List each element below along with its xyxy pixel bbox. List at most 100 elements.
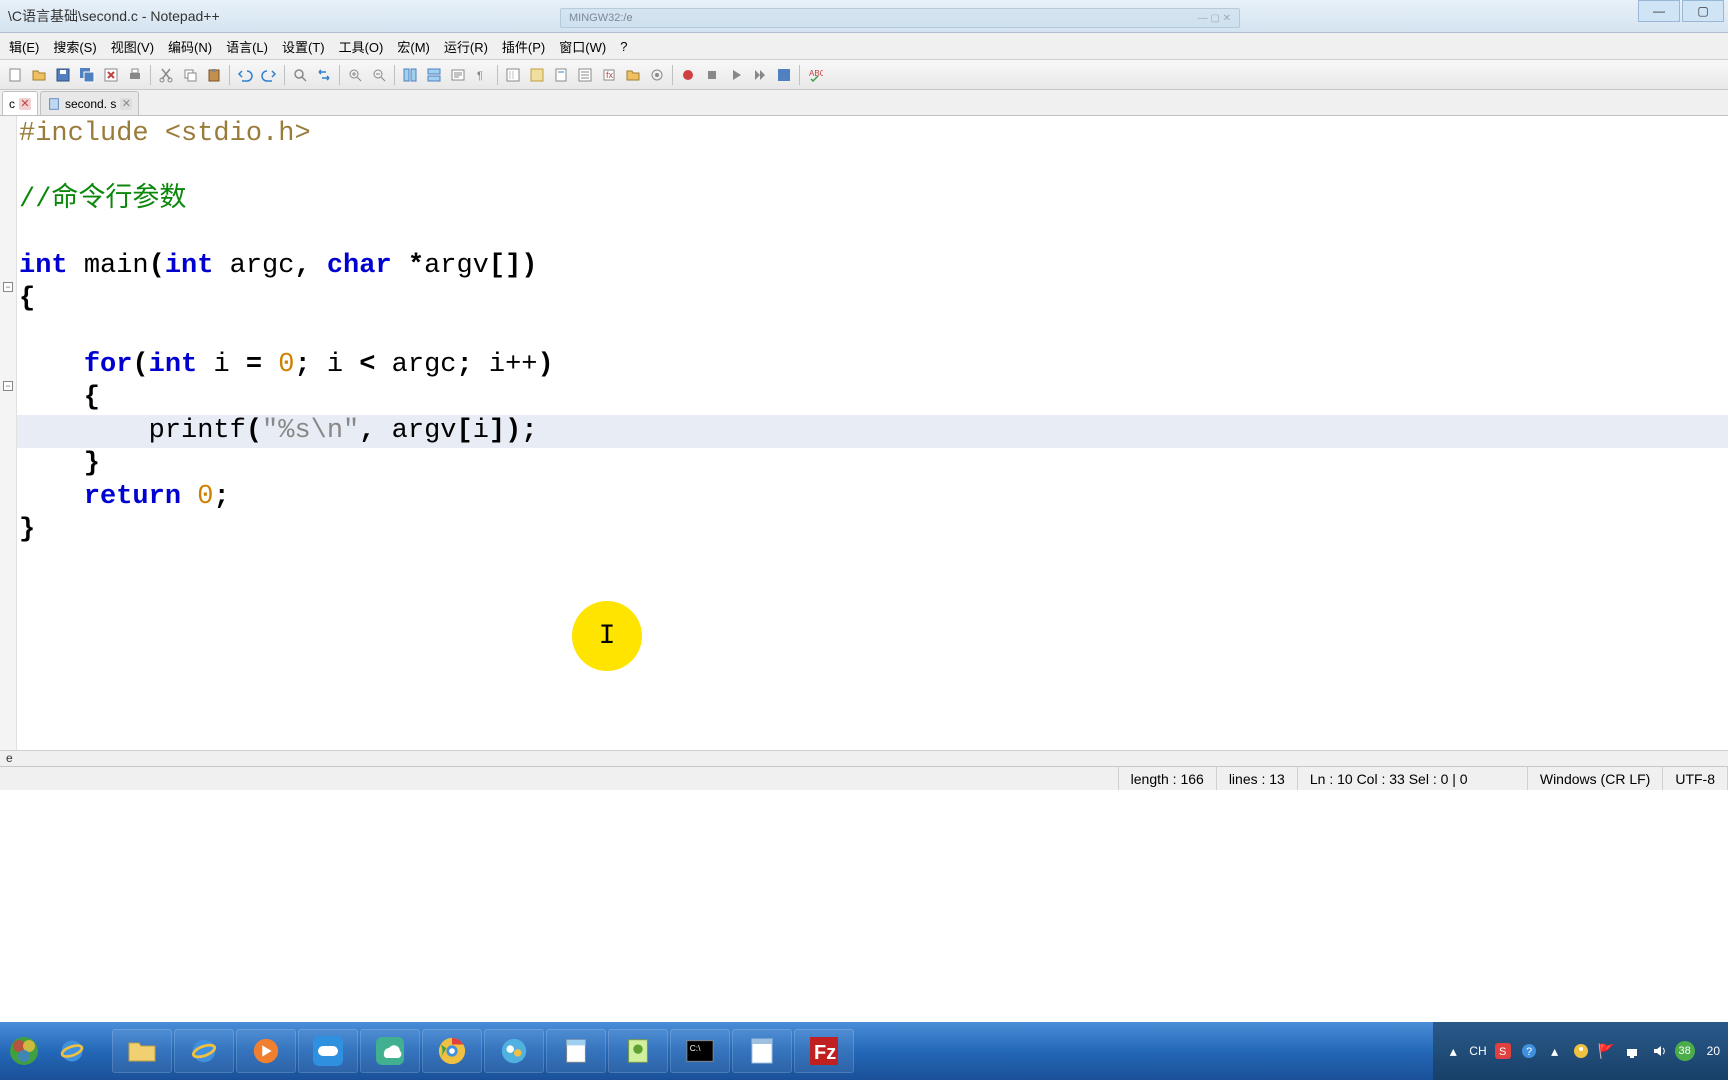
baidu-cloud-icon[interactable] [298, 1029, 358, 1073]
filezilla-icon[interactable]: Fz [794, 1029, 854, 1073]
notification-badge[interactable]: 38 [1675, 1041, 1695, 1061]
open-file-icon[interactable] [28, 64, 50, 86]
user-tray-icon[interactable] [1571, 1041, 1591, 1061]
stop-macro-icon[interactable] [701, 64, 723, 86]
flag-icon[interactable]: 🚩 [1597, 1041, 1617, 1061]
volume-icon[interactable] [1649, 1041, 1669, 1061]
menu-settings[interactable]: 设置(T) [275, 33, 332, 60]
doc-map-icon[interactable] [550, 64, 572, 86]
replace-icon[interactable] [313, 64, 335, 86]
menu-run[interactable]: 运行(R) [437, 33, 495, 60]
menu-edit[interactable]: 辑(E) [2, 33, 46, 60]
help-icon[interactable]: ? [1519, 1041, 1539, 1061]
tab-close-icon[interactable]: ✕ [19, 98, 31, 110]
sync-v-icon[interactable] [399, 64, 421, 86]
wrap-icon[interactable] [447, 64, 469, 86]
cut-icon[interactable] [155, 64, 177, 86]
save-icon[interactable] [52, 64, 74, 86]
sync-h-icon[interactable] [423, 64, 445, 86]
background-window-controls: — ▢ ✕ [1198, 13, 1231, 24]
menu-tools[interactable]: 工具(O) [332, 33, 391, 60]
tab-second-s[interactable]: second. s ✕ [40, 91, 139, 115]
user-lang-icon[interactable] [526, 64, 548, 86]
ie-quicklaunch-icon[interactable] [48, 1022, 96, 1080]
function-list-icon[interactable]: fx [598, 64, 620, 86]
doc-list-icon[interactable] [574, 64, 596, 86]
tray-chevron-icon[interactable]: ▴ [1443, 1041, 1463, 1061]
new-file-icon[interactable] [4, 64, 26, 86]
menu-language[interactable]: 语言(L) [219, 33, 275, 60]
tab-label: second. s [65, 97, 116, 111]
explorer-icon[interactable] [112, 1029, 172, 1073]
fast-macro-icon[interactable] [749, 64, 771, 86]
print-icon[interactable] [124, 64, 146, 86]
tab-second-c[interactable]: c ✕ [2, 91, 38, 115]
find-icon[interactable] [289, 64, 311, 86]
editor[interactable]: − − #include <stdio.h> //命令行参数 int main(… [0, 116, 1728, 750]
svg-text:Fz: Fz [814, 1042, 836, 1064]
path-tail: e [6, 751, 13, 765]
code-brace: } [19, 515, 35, 545]
toolbar-separator [799, 65, 800, 85]
code-content[interactable]: #include <stdio.h> //命令行参数 int main(int … [17, 116, 1728, 750]
show-all-chars-icon[interactable]: ¶ [471, 64, 493, 86]
menu-help[interactable]: ? [613, 35, 634, 58]
code-blank [17, 316, 1728, 349]
chrome-icon[interactable] [422, 1029, 482, 1073]
save-macro-icon[interactable] [773, 64, 795, 86]
ie-icon[interactable] [174, 1029, 234, 1073]
window-controls: — ▢ [1638, 0, 1724, 22]
maximize-button[interactable]: ▢ [1682, 0, 1724, 22]
notepadpp2-icon[interactable] [608, 1029, 668, 1073]
clock-tail[interactable]: 20 [1707, 1044, 1720, 1058]
background-window-titlebar[interactable]: MINGW32:/e — ▢ ✕ [560, 8, 1240, 28]
code-brace: { [19, 284, 35, 314]
save-all-icon[interactable] [76, 64, 98, 86]
zoom-in-icon[interactable] [344, 64, 366, 86]
cloud-app-icon[interactable] [360, 1029, 420, 1073]
system-tray[interactable]: ▴ CH S ? ▴ 🚩 38 20 [1433, 1022, 1728, 1080]
monitor-icon[interactable] [646, 64, 668, 86]
fold-gutter[interactable]: − − [0, 116, 17, 750]
menu-window[interactable]: 窗口(W) [552, 33, 613, 60]
zoom-out-icon[interactable] [368, 64, 390, 86]
input-language[interactable]: CH [1469, 1044, 1486, 1058]
status-encoding: UTF-8 [1663, 767, 1728, 790]
notepad-icon[interactable] [732, 1029, 792, 1073]
menu-plugins[interactable]: 插件(P) [495, 33, 552, 60]
indent-guide-icon[interactable] [502, 64, 524, 86]
copy-icon[interactable] [179, 64, 201, 86]
status-spacer [0, 767, 1119, 790]
toolbar-separator [497, 65, 498, 85]
minimize-button[interactable]: — [1638, 0, 1680, 22]
code-blank [17, 217, 1728, 250]
terminal-icon[interactable]: C:\ [670, 1029, 730, 1073]
notepadpp-taskbar-icon[interactable] [546, 1029, 606, 1073]
menu-macro[interactable]: 宏(M) [390, 33, 437, 60]
paste-icon[interactable] [203, 64, 225, 86]
fold-minus-icon[interactable]: − [3, 282, 13, 292]
menu-search[interactable]: 搜索(S) [46, 33, 103, 60]
tray-chevron-icon[interactable]: ▴ [1545, 1041, 1565, 1061]
chat-app-icon[interactable] [484, 1029, 544, 1073]
menu-bar: 辑(E) 搜索(S) 视图(V) 编码(N) 语言(L) 设置(T) 工具(O)… [0, 33, 1728, 60]
folder-icon[interactable] [622, 64, 644, 86]
code-return: return 0; [17, 481, 1728, 514]
media-player-icon[interactable] [236, 1029, 296, 1073]
undo-icon[interactable] [234, 64, 256, 86]
windows-taskbar[interactable]: C:\ Fz ▴ CH S ? ▴ 🚩 38 20 [0, 1022, 1728, 1080]
play-macro-icon[interactable] [725, 64, 747, 86]
menu-encoding[interactable]: 编码(N) [161, 33, 219, 60]
sogou-ime-icon[interactable]: S [1493, 1041, 1513, 1061]
spellcheck-icon[interactable]: ABC [804, 64, 826, 86]
network-icon[interactable] [1623, 1041, 1643, 1061]
tab-close-icon[interactable]: ✕ [120, 98, 132, 110]
code-comment: //命令行参数 [19, 185, 186, 215]
start-button[interactable] [0, 1022, 48, 1080]
record-macro-icon[interactable] [677, 64, 699, 86]
redo-icon[interactable] [258, 64, 280, 86]
menu-view[interactable]: 视图(V) [104, 33, 161, 60]
fold-minus-icon[interactable]: − [3, 381, 13, 391]
close-file-icon[interactable] [100, 64, 122, 86]
status-lines: lines : 13 [1217, 767, 1298, 790]
